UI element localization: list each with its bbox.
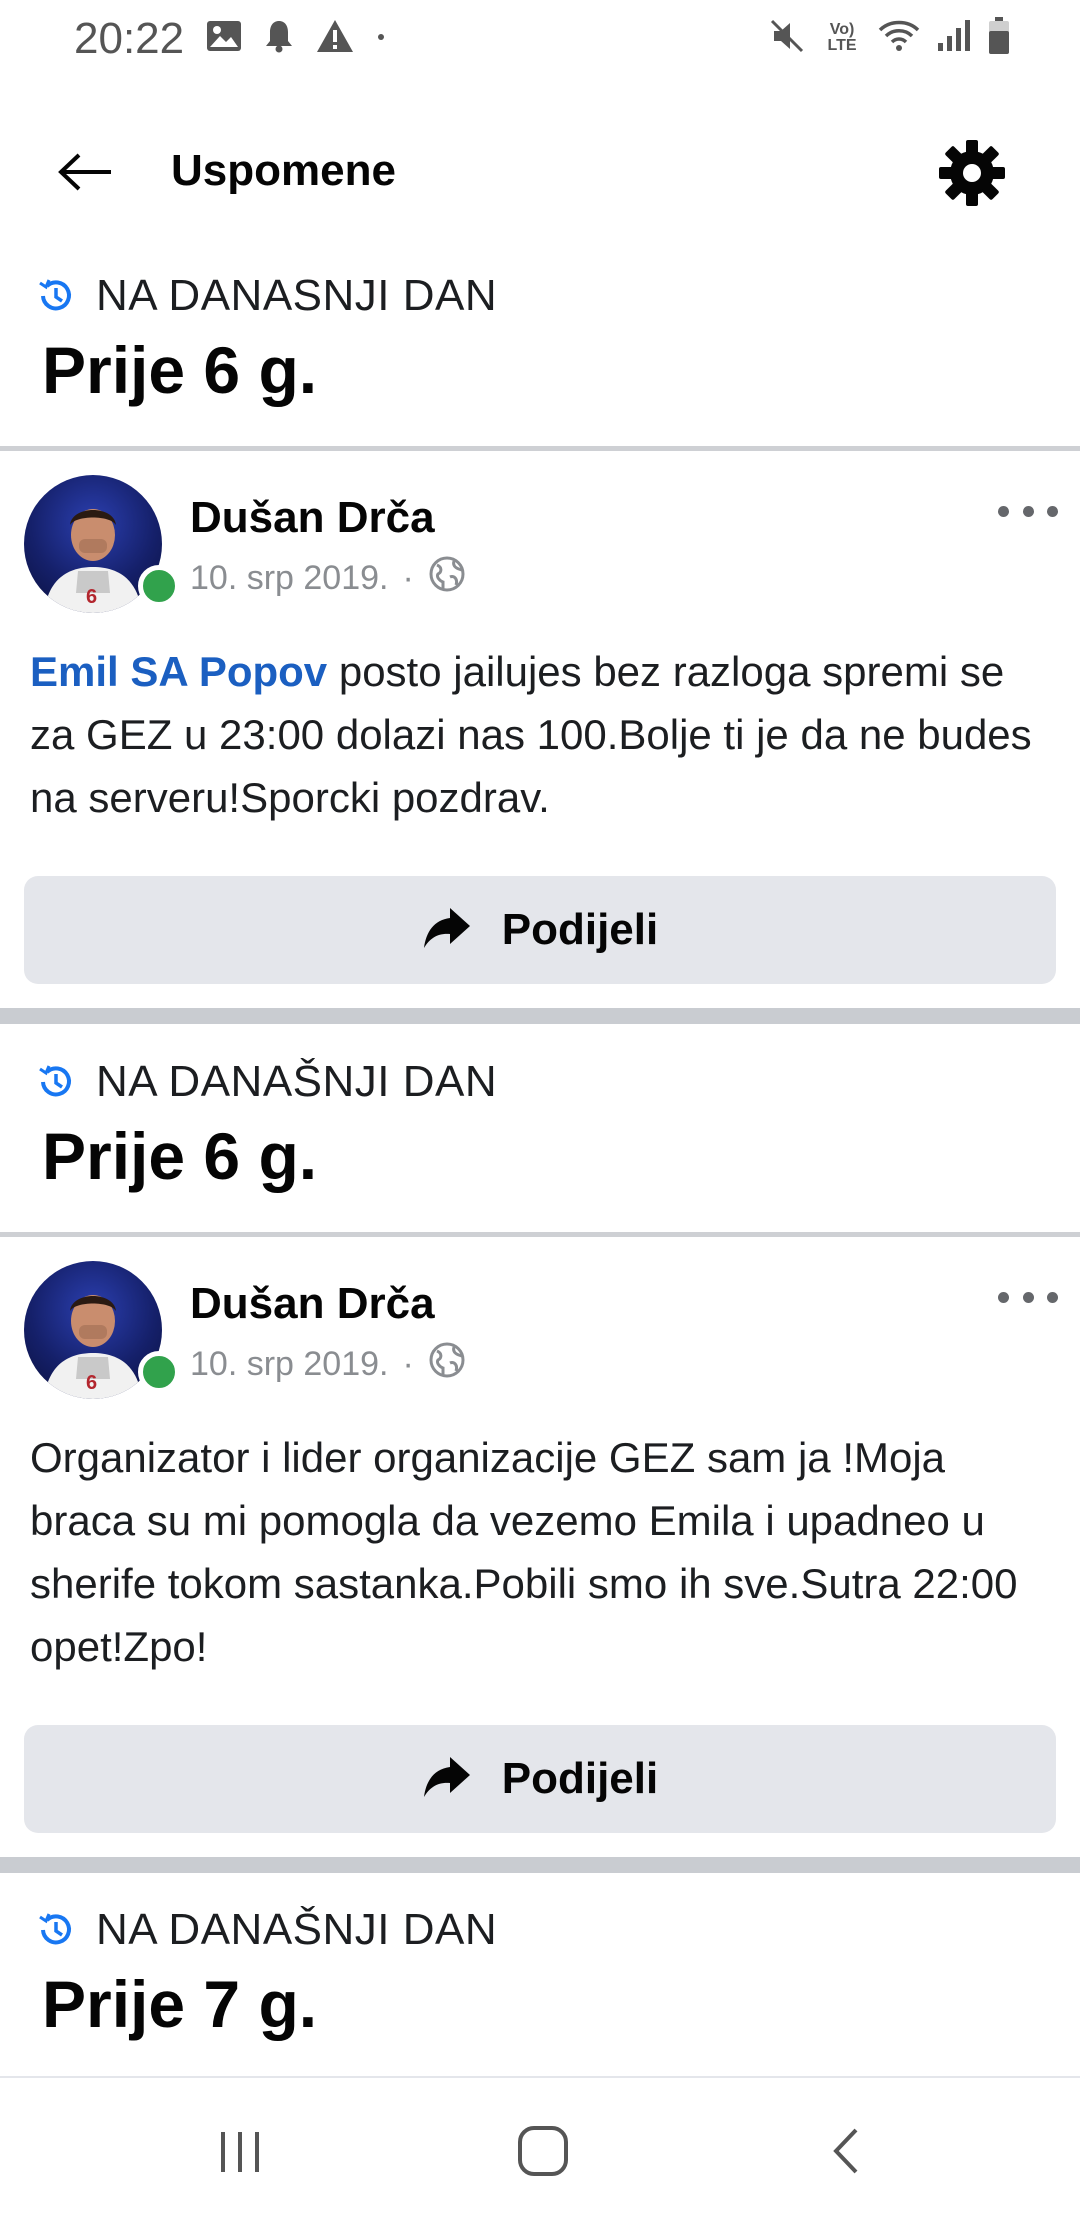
- more-dot: [998, 505, 1009, 517]
- back-button[interactable]: [50, 144, 120, 204]
- memory-label-row: NA DANAŠNJI DAN: [36, 1052, 497, 1112]
- post-meta: 10. srp 2019. ·: [190, 555, 466, 602]
- back-icon: [826, 2124, 866, 2183]
- globe-icon: [428, 555, 466, 602]
- share-icon: [422, 1755, 472, 1804]
- memory-clock-icon: [36, 1910, 76, 1950]
- more-dot: [998, 1291, 1009, 1303]
- globe-icon: [428, 1341, 466, 1388]
- share-button[interactable]: Podijeli: [24, 1725, 1056, 1833]
- arrow-left-icon: [57, 152, 113, 197]
- memory-years-ago: Prije 6 g.: [42, 1119, 318, 1193]
- warning-icon: [316, 19, 354, 58]
- post-date[interactable]: 10. srp 2019.: [190, 1345, 388, 1384]
- memory-clock-icon: [36, 276, 76, 316]
- memory-clock-icon: [36, 1062, 76, 1102]
- image-icon: [206, 20, 242, 57]
- post-author[interactable]: Dušan Drča: [190, 493, 435, 543]
- post-meta: 10. srp 2019. ·: [190, 1341, 466, 1388]
- memory-years-ago: Prije 7 g.: [42, 1967, 318, 2041]
- recent-apps-icon: [215, 2126, 265, 2181]
- meta-separator: ·: [402, 1345, 414, 1383]
- post-author[interactable]: Dušan Drča: [190, 1279, 435, 1329]
- bell-icon: [264, 19, 294, 58]
- more-dot: [1022, 1291, 1034, 1303]
- memory-header: NA DANAŠNJI DAN Prije 7 g.: [0, 1900, 1080, 2080]
- memory-label: NA DANAŠNJI DAN: [96, 1905, 498, 1954]
- more-dot: [1047, 505, 1058, 517]
- memory-years-ago: Prije 6 g.: [42, 333, 318, 407]
- more-options-button[interactable]: [998, 491, 1058, 531]
- memory-post: 6 Dušan Drča 10. srp 2019. · Organizator…: [0, 1237, 1080, 1857]
- settings-button[interactable]: [934, 137, 1010, 213]
- memory-label: NA DANAŠNJI DAN: [96, 1057, 498, 1106]
- status-right-icons: Vo) LTE: [768, 16, 1010, 60]
- post-date[interactable]: 10. srp 2019.: [190, 559, 388, 598]
- more-options-button[interactable]: [998, 1277, 1058, 1317]
- memory-label: NA DANASNJI DAN: [96, 271, 498, 320]
- mention-link[interactable]: Emil SA Popov: [30, 648, 327, 695]
- memory-label-row: NA DANASNJI DAN: [36, 266, 497, 326]
- section-divider: [0, 1857, 1080, 1873]
- share-label: Podijeli: [501, 1754, 659, 1803]
- volte-text: Vo) LTE: [827, 21, 857, 54]
- meta-separator: ·: [402, 559, 414, 597]
- status-time: 20:22: [74, 14, 185, 63]
- section-divider: [0, 1008, 1080, 1024]
- dot-icon: [376, 29, 386, 47]
- memory-header: NA DANAŠNJI DAN Prije 6 g.: [0, 1052, 1080, 1232]
- volte-icon: Vo) LTE: [822, 22, 862, 54]
- home-button[interactable]: [503, 2118, 583, 2188]
- share-label: Podijeli: [501, 905, 659, 954]
- more-dot: [1047, 1291, 1058, 1303]
- online-status-dot: [138, 1351, 180, 1393]
- more-dot: [1022, 505, 1034, 517]
- system-back-button[interactable]: [806, 2118, 886, 2188]
- gear-icon: [937, 138, 1007, 213]
- share-icon: [422, 906, 472, 955]
- recent-apps-button[interactable]: [200, 2118, 280, 2188]
- status-left-icons: [206, 18, 386, 58]
- post-text: Organizator i lider organizacije GEZ sam…: [30, 1434, 1018, 1670]
- svg-text:6: 6: [86, 586, 97, 608]
- mute-icon: [768, 17, 806, 60]
- share-button[interactable]: Podijeli: [24, 876, 1056, 984]
- home-icon: [516, 2124, 570, 2183]
- svg-text:6: 6: [86, 1372, 97, 1394]
- memory-header: NA DANASNJI DAN Prije 6 g.: [0, 266, 1080, 446]
- system-nav-bar: [0, 2076, 1080, 2220]
- post-text: Emil SA Popov posto jailujes bez razloga…: [30, 640, 1050, 829]
- status-bar: 20:22 Vo) LTE: [0, 0, 1080, 80]
- signal-icon: [936, 19, 972, 58]
- memory-label-row: NA DANAŠNJI DAN: [36, 1900, 497, 1960]
- wifi-icon: [878, 18, 920, 59]
- page-title: Uspomene: [171, 146, 396, 195]
- app-header: Uspomene: [0, 120, 1080, 230]
- memory-post: 6 Dušan Drča 10. srp 2019. · Emil SA Pop…: [0, 451, 1080, 1007]
- battery-icon: [988, 16, 1010, 60]
- online-status-dot: [138, 565, 180, 607]
